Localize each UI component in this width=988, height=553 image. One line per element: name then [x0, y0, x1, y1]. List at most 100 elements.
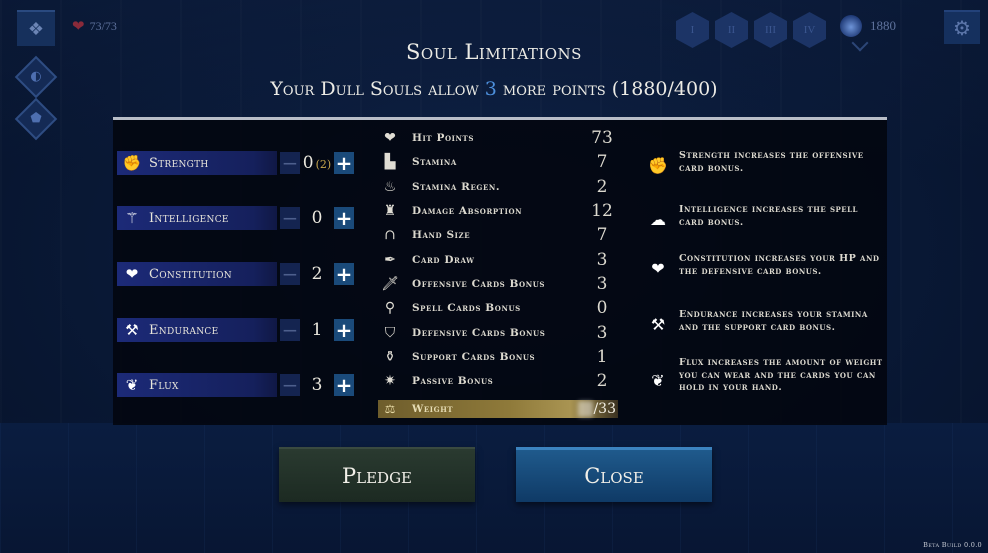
description-text: Endurance increases your stamina and the… [679, 309, 868, 333]
shield-icon: ⛉ [384, 324, 396, 341]
strength-value: 0 (2) [300, 153, 334, 173]
attribute-value: 2 [311, 264, 323, 284]
attribute-name: Intelligence [149, 210, 229, 226]
stat-value: 0 [596, 298, 608, 319]
constitution-value: 2 [300, 264, 334, 284]
attribute-row-intelligence: ⚚ Intelligence − 0 + [117, 206, 371, 230]
attribute-name: Strength [149, 155, 209, 171]
stat-value: 12 [591, 201, 613, 222]
hp-value: 73/73 [89, 18, 117, 33]
constitution-decrease-button[interactable]: − [280, 263, 300, 285]
boot-icon: ▙ [384, 154, 396, 171]
soul-limitations-panel: ✊ Strength − 0 (2) + ⚚ Intelligence − 0 … [113, 117, 887, 425]
attribute-name: Constitution [149, 266, 232, 282]
weight-current: ?? [578, 401, 594, 417]
endurance-value: 1 [300, 320, 334, 340]
attribute-row-constitution: ❤ Constitution − 2 + [117, 262, 371, 286]
weight-max: /33 [593, 401, 616, 417]
soul-orb-icon [840, 15, 862, 37]
attribute-name: Endurance [149, 322, 219, 338]
stat-value: 3 [596, 273, 608, 294]
weight-value: ??/33 [570, 401, 618, 417]
stat-row: ▙ Stamina 7 [378, 150, 618, 174]
intelligence-decrease-button[interactable]: − [280, 207, 300, 229]
souls-value: 1880 [870, 18, 896, 33]
souls-counter[interactable]: 1880 [840, 15, 896, 52]
fist-icon: ✊ [648, 156, 668, 175]
attribute-bonus: (2) [315, 158, 332, 171]
intelligence-increase-button[interactable]: + [334, 207, 354, 229]
stat-row: ✒ Card Draw 3 [378, 247, 618, 271]
attribute-value: 3 [311, 375, 323, 395]
stat-row: ❤ Hit Points 73 [378, 126, 618, 150]
stat-name: Stamina [412, 156, 457, 169]
attribute-label: ⚚ Intelligence [117, 206, 277, 230]
potion-icon: ⚱ [384, 348, 396, 365]
description-text: Constitution increases your HP and the d… [679, 253, 880, 277]
stat-row: ✷ Passive Bonus 2 [378, 369, 618, 393]
stat-value: 3 [596, 249, 608, 270]
scales-icon: ⚖ [384, 402, 396, 416]
stat-name: Hit Points [412, 132, 474, 145]
stat-row: ⚱ Support Cards Bonus 1 [378, 345, 618, 369]
weight-bar: ⚖ Weight ??/33 [378, 400, 618, 418]
attribute-row-flux: ❦ Flux − 3 + [117, 373, 371, 397]
feather-icon: ❦ [651, 371, 665, 390]
attribute-value: 0 [311, 208, 323, 228]
background-floor [0, 423, 988, 553]
dialog-title: Soul Limitations [406, 40, 582, 64]
flux-value: 3 [300, 375, 334, 395]
strength-increase-button[interactable]: + [334, 152, 354, 174]
description-text: Strength increases the offensive card bo… [679, 150, 864, 174]
stat-name: Stamina Regen. [412, 180, 501, 193]
description-constitution: ❤ Constitution increases your HP and the… [643, 253, 883, 278]
stat-value: 2 [596, 176, 608, 197]
strength-decrease-button[interactable]: − [280, 152, 300, 174]
heart-icon: ❤ [72, 17, 85, 35]
attribute-value: 0 [302, 153, 314, 173]
heart-icon: ❤ [384, 130, 396, 147]
description-text: Flux increases the amount of weight you … [679, 357, 883, 393]
intelligence-value: 0 [300, 208, 334, 228]
stat-name: Damage Absorption [412, 205, 523, 218]
stat-row: ∩ Hand Size 7 [378, 223, 618, 247]
heart-icon: ❤ [125, 265, 139, 283]
fist-icon: ✊ [122, 154, 142, 172]
anvil-icon: ⚒ [650, 315, 666, 334]
stats-list: ❤ Hit Points 73 ▙ Stamina 7 ♨ Stamina Re… [378, 126, 618, 393]
build-version: Beta Build 0.0.0 [923, 541, 982, 549]
brain-icon: ☁ [650, 210, 666, 229]
stat-name: Passive Bonus [412, 375, 494, 388]
cards-icon: ❖ [27, 18, 45, 40]
description-strength: ✊ Strength increases the offensive card … [643, 150, 883, 175]
stat-name: Support Cards Bonus [412, 350, 536, 363]
attribute-label: ✊ Strength [117, 151, 277, 175]
flux-increase-button[interactable]: + [334, 374, 354, 396]
flux-decrease-button[interactable]: − [280, 374, 300, 396]
staff-icon: ⚚ [125, 209, 139, 227]
stat-row: ♨ Stamina Regen. 2 [378, 175, 618, 199]
shield-button[interactable]: ⬟ [14, 97, 58, 141]
subtitle-suffix: more points (1880/400) [496, 78, 718, 100]
settings-button[interactable]: ⚙ [944, 10, 980, 44]
endurance-increase-button[interactable]: + [334, 319, 354, 341]
attribute-label: ❤ Constitution [117, 262, 277, 286]
close-button[interactable]: Close [516, 447, 712, 502]
stat-name: Hand Size [412, 229, 471, 242]
description-flux: ❦ Flux increases the amount of weight yo… [643, 357, 883, 395]
hood-icon: ∩ [384, 227, 396, 244]
gear-icon: ⚙ [953, 16, 971, 40]
stat-value: 3 [596, 322, 608, 343]
weight-label: Weight [412, 403, 454, 415]
stat-name: Offensive Cards Bonus [412, 277, 546, 290]
constitution-increase-button[interactable]: + [334, 263, 354, 285]
feather-icon: ❦ [125, 376, 139, 394]
pledge-button[interactable]: Pledge [279, 447, 475, 502]
stat-name: Spell Cards Bonus [412, 302, 521, 315]
attribute-label: ⚒ Endurance [117, 318, 277, 342]
stat-row: 🗡 Offensive Cards Bonus 3 [378, 272, 618, 296]
endurance-decrease-button[interactable]: − [280, 319, 300, 341]
stat-name: Defensive Cards Bonus [412, 326, 546, 339]
wand-icon: ⚲ [384, 300, 396, 317]
description-text: Intelligence increases the spell card bo… [679, 204, 858, 228]
